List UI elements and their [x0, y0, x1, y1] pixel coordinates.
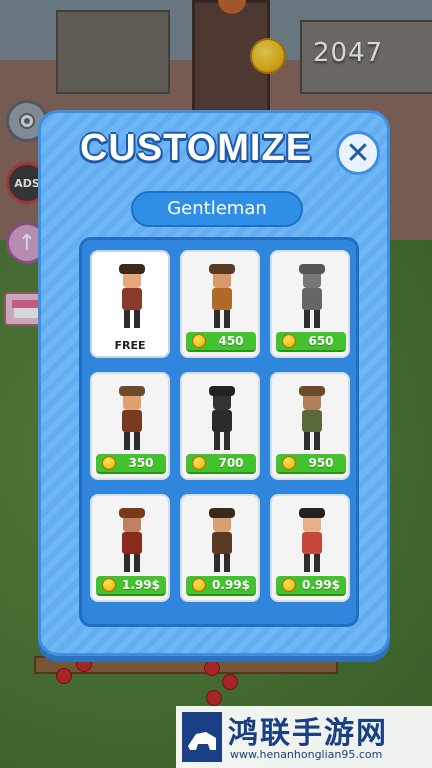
character-card[interactable]: 0.99$ — [270, 494, 350, 602]
character-leg — [224, 554, 230, 572]
character-hat — [209, 508, 235, 518]
character-leg — [134, 432, 140, 450]
character-leg — [304, 310, 310, 328]
character-leg — [304, 432, 310, 450]
character-leg — [224, 432, 230, 450]
character-hat — [119, 264, 145, 274]
character-figure — [208, 262, 236, 334]
price-label: 450 — [218, 334, 244, 348]
price-button[interactable]: 1.99$ — [96, 576, 166, 596]
character-card[interactable]: 650 — [270, 250, 350, 358]
character-leg — [124, 554, 130, 572]
character-card[interactable]: 950 — [270, 372, 350, 480]
character-figure — [118, 262, 146, 334]
character-body — [302, 532, 322, 554]
price-label: 0.99$ — [302, 578, 340, 592]
character-leg — [214, 432, 220, 450]
character-leg — [134, 310, 140, 328]
character-card[interactable]: FREE — [90, 250, 170, 358]
character-hat — [119, 508, 145, 518]
character-hat — [119, 386, 145, 396]
character-hat — [299, 386, 325, 396]
character-figure — [208, 506, 236, 578]
card-label: FREE — [114, 339, 146, 352]
coin-icon — [192, 578, 206, 592]
character-grid: FREE 450 650 350 700 950 1.99$ 0.99$ 0.9… — [79, 237, 359, 627]
character-leg — [214, 554, 220, 572]
character-body — [212, 288, 232, 310]
coin-icon — [192, 334, 206, 348]
character-card[interactable]: 450 — [180, 250, 260, 358]
price-button[interactable]: 0.99$ — [276, 576, 346, 596]
character-leg — [124, 432, 130, 450]
character-hat — [209, 264, 235, 274]
character-figure — [208, 384, 236, 456]
character-leg — [314, 432, 320, 450]
character-card[interactable]: 350 — [90, 372, 170, 480]
character-leg — [134, 554, 140, 572]
coin-icon — [282, 578, 296, 592]
price-button[interactable]: 650 — [276, 332, 346, 352]
price-button[interactable]: 700 — [186, 454, 256, 474]
character-figure — [298, 262, 326, 334]
character-card[interactable]: 700 — [180, 372, 260, 480]
character-leg — [314, 310, 320, 328]
character-hat — [209, 386, 235, 396]
price-label: 0.99$ — [212, 578, 250, 592]
character-leg — [124, 310, 130, 328]
price-button[interactable]: 450 — [186, 332, 256, 352]
character-leg — [224, 310, 230, 328]
character-body — [122, 532, 142, 554]
character-leg — [314, 554, 320, 572]
character-body — [302, 288, 322, 310]
character-figure — [118, 506, 146, 578]
selected-character-name: Gentleman — [131, 191, 303, 227]
close-button[interactable]: ✕ — [336, 131, 380, 175]
coin-icon — [282, 334, 296, 348]
character-body — [302, 410, 322, 432]
customize-panel: CUSTOMIZE ✕ Gentleman FREE 450 650 350 7… — [38, 110, 390, 656]
price-label: 950 — [308, 456, 334, 470]
character-body — [212, 532, 232, 554]
coin-icon — [102, 578, 116, 592]
coin-icon — [192, 456, 206, 470]
character-leg — [214, 310, 220, 328]
coin-icon — [282, 456, 296, 470]
site-watermark: 鸿联手游网 www.henanhonglian95.com — [176, 706, 432, 768]
price-label: 1.99$ — [122, 578, 160, 592]
panel-title: CUSTOMIZE — [79, 127, 313, 169]
close-icon: ✕ — [345, 135, 371, 171]
character-figure — [118, 384, 146, 456]
coin-icon — [102, 456, 116, 470]
watermark-title: 鸿联手游网 — [228, 716, 388, 751]
character-body — [122, 288, 142, 310]
watermark-url: www.henanhonglian95.com — [230, 748, 383, 761]
bison-logo-icon — [182, 712, 222, 762]
character-body — [212, 410, 232, 432]
character-hat — [299, 264, 325, 274]
price-label: 650 — [308, 334, 334, 348]
character-leg — [304, 554, 310, 572]
character-card[interactable]: 1.99$ — [90, 494, 170, 602]
price-button[interactable]: 950 — [276, 454, 346, 474]
price-button[interactable]: 0.99$ — [186, 576, 256, 596]
character-card[interactable]: 0.99$ — [180, 494, 260, 602]
character-hat — [299, 508, 325, 518]
price-label: 350 — [128, 456, 154, 470]
character-figure — [298, 384, 326, 456]
price-button[interactable]: 350 — [96, 454, 166, 474]
character-body — [122, 410, 142, 432]
price-label: 700 — [218, 456, 244, 470]
character-figure — [298, 506, 326, 578]
